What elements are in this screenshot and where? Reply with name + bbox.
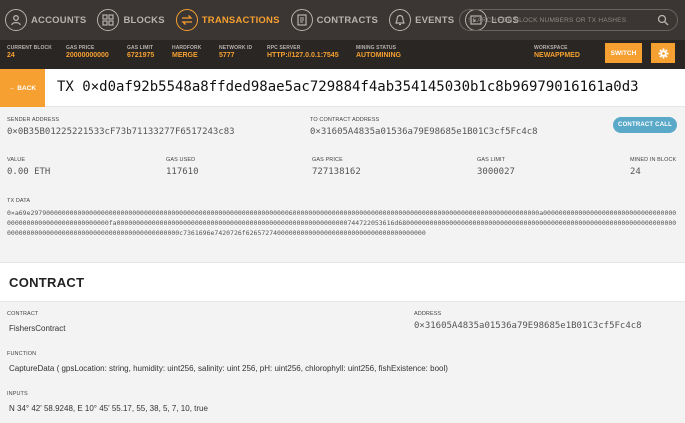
contract-section-title: CONTRACT: [9, 275, 85, 290]
stat-label: RPC SERVER: [267, 45, 301, 51]
function-label: FUNCTION: [7, 351, 37, 357]
stat-label: HARDFORK: [172, 45, 202, 51]
contract-name-value[interactable]: FishersContract: [9, 324, 65, 333]
stat-network-id: NETWORK ID 5777: [219, 45, 252, 59]
back-button[interactable]: ← BACK: [0, 69, 45, 107]
stat-value: 24: [7, 52, 15, 59]
nav-contracts[interactable]: CONTRACTS: [286, 0, 384, 40]
stat-mining-status: MINING STATUS AUTOMINING: [356, 45, 401, 59]
stat-label: GAS LIMIT: [127, 45, 154, 51]
stat-hardfork: HARDFORK MERGE: [172, 45, 201, 59]
nav-events[interactable]: EVENTS: [384, 0, 460, 40]
nav-contracts-label: CONTRACTS: [316, 14, 379, 26]
stat-value: MERGE: [172, 52, 198, 59]
value-label: VALUE: [7, 157, 26, 163]
contract-section-header: CONTRACT: [0, 264, 685, 302]
contract-address-label: ADDRESS: [414, 311, 442, 317]
stat-value: 6721975: [127, 52, 155, 59]
stat-label: CURRENT BLOCK: [7, 45, 52, 51]
stat-value: AUTOMINING: [356, 52, 401, 59]
page-title: TX 0×d0af92b5548a8ffded98ae5ac729884f4ab…: [57, 79, 639, 95]
stat-label: MINING STATUS: [356, 45, 397, 51]
inputs-label: INPUTS: [7, 391, 28, 397]
gas-limit-label: GAS LIMIT: [477, 157, 506, 163]
nav-events-label: EVENTS: [415, 14, 455, 26]
gas-price-label: GAS PRICE: [312, 157, 343, 163]
transactions-icon: [175, 9, 198, 31]
sender-address-value: 0×0B35B01225221533cF73b71133277F6517243c…: [7, 127, 235, 137]
switch-workspace-button[interactable]: SWITCH: [605, 43, 642, 63]
stat-gas-limit: GAS LIMIT 6721975: [127, 45, 154, 59]
status-bar: CURRENT BLOCK 24 GAS PRICE 20000000000 G…: [0, 40, 685, 69]
sender-address-label: SENDER ADDRESS: [7, 117, 60, 123]
stat-gas-price: GAS PRICE 20000000000: [66, 45, 109, 59]
nav-blocks-label: BLOCKS: [123, 14, 165, 26]
to-contract-address-value: 0×31605A4835a01536a79E98685e1B01C3cf5Fc4…: [310, 127, 538, 137]
contract-address-value: 0×31605A4835a01536a79E98685e1B01C3cf5Fc4…: [414, 321, 642, 331]
gear-icon: [657, 47, 669, 59]
search-icon[interactable]: [657, 14, 669, 26]
transaction-header: ← BACK TX 0×d0af92b5548a8ffded98ae5ac729…: [0, 69, 685, 107]
stat-label: WORKSPACE: [534, 45, 568, 51]
nav-blocks[interactable]: BLOCKS: [92, 0, 170, 40]
nav-accounts-label: ACCOUNTS: [31, 14, 87, 26]
nav-transactions[interactable]: TRANSACTIONS: [171, 0, 286, 40]
stat-value: HTTP://127.0.0.1:7545: [267, 52, 339, 59]
stat-value: 5777: [219, 52, 235, 59]
contracts-icon: [290, 9, 313, 31]
stat-value: NEWAPPMED: [534, 52, 580, 59]
stat-current-block: CURRENT BLOCK 24: [7, 45, 52, 59]
tx-data-value: 0×a69e2979000000000000000000000000000000…: [7, 209, 677, 237]
gas-used-value: 117610: [166, 167, 199, 177]
stat-value: 20000000000: [66, 52, 109, 59]
nav-transactions-label: TRANSACTIONS: [201, 14, 280, 26]
nav-accounts[interactable]: ACCOUNTS: [0, 0, 92, 40]
contract-name-label: CONTRACT: [7, 311, 39, 317]
gas-limit-value: 3000027: [477, 167, 515, 177]
top-navigation: ACCOUNTS BLOCKS TRANSACTIONS CONTRACTS E…: [0, 0, 685, 40]
gas-price-value: 727138162: [312, 167, 361, 177]
accounts-icon: [5, 9, 27, 31]
tx-data-label: TX DATA: [7, 198, 31, 204]
inputs-value: N 34° 42' 58.9248, E 10° 45' 55.17, 55, …: [9, 404, 208, 413]
stat-label: GAS PRICE: [66, 45, 95, 51]
function-signature: CaptureData ( gpsLocation: string, humid…: [9, 364, 448, 373]
stat-label: NETWORK ID: [219, 45, 253, 51]
contract-call-badge: CONTRACT CALL: [613, 117, 677, 133]
stat-workspace: WORKSPACE NEWAPPMED: [534, 45, 580, 59]
settings-button[interactable]: [651, 43, 675, 63]
search-bar: [459, 9, 678, 31]
gas-used-label: GAS USED: [166, 157, 196, 163]
mined-in-block-value: 24: [630, 167, 641, 177]
to-contract-address-label: TO CONTRACT ADDRESS: [310, 117, 380, 123]
blocks-icon: [97, 9, 120, 31]
search-input[interactable]: [468, 16, 657, 24]
events-icon: [389, 9, 412, 31]
value-value: 0.00 ETH: [7, 167, 51, 177]
mined-in-block-label: MINED IN BLOCK: [630, 157, 677, 163]
stat-rpc-server: RPC SERVER HTTP://127.0.0.1:7545: [267, 45, 339, 59]
